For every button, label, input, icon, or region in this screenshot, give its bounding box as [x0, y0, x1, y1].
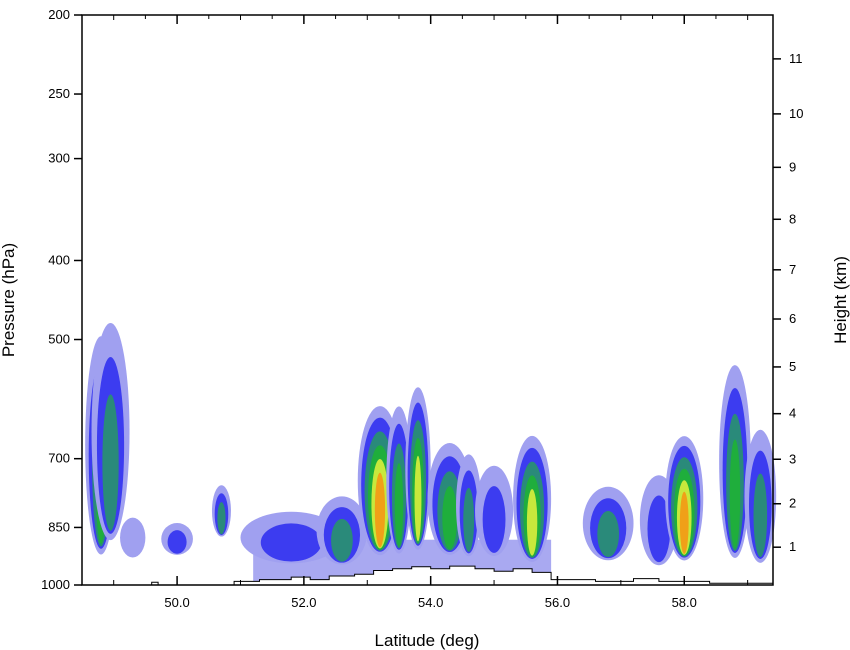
y-tick-label-height: 11 — [789, 51, 803, 66]
x-tick-label: 50.0 — [164, 595, 189, 610]
y-tick-label-height: 6 — [789, 311, 796, 326]
y-tick-label-pressure: 1000 — [41, 577, 70, 592]
vertical-cross-section-chart: 50.0 52.0 54.0 56.0 58.020025030040050070085… — [0, 7, 850, 650]
contour-cell-10-level-3 — [442, 486, 458, 550]
contour-cell-3-level-1 — [167, 530, 187, 554]
contour-cell-18-level-2 — [753, 473, 768, 558]
terrain-outline — [82, 565, 774, 586]
y-tick-label-pressure: 250 — [48, 86, 70, 101]
x-tick-label: 52.0 — [291, 595, 316, 610]
y-tick-label-pressure: 500 — [48, 332, 70, 347]
y-tick-label-height: 8 — [789, 211, 796, 226]
contour-cell-17-level-3 — [729, 439, 741, 549]
y-tick-label-height: 5 — [789, 359, 796, 374]
contour-cell-5-level-1 — [260, 523, 322, 562]
contour-cell-8-level-3 — [394, 463, 404, 547]
y-tick-label-pressure: 700 — [48, 451, 70, 466]
y-tick-label-height: 9 — [789, 159, 796, 174]
y-axis-title-left: Pressure (hPa) — [0, 243, 18, 357]
contour-cell-11-level-2 — [463, 487, 475, 552]
contour-cell-9-level-4 — [414, 455, 422, 542]
y-tick-label-height: 1 — [789, 539, 796, 554]
y-tick-label-pressure: 400 — [48, 252, 70, 267]
y-tick-label-pressure: 850 — [48, 519, 70, 534]
contour-cell-2-level-0 — [120, 517, 146, 558]
y-tick-label-pressure: 200 — [48, 7, 70, 22]
y-tick-label-height: 3 — [789, 451, 796, 466]
contour-cell-13-level-4 — [526, 489, 538, 556]
terrain-path — [82, 565, 774, 586]
x-axis-title: Latitude (deg) — [375, 631, 480, 650]
contour-cell-6-level-2 — [331, 518, 353, 562]
x-tick-label: 54.0 — [418, 595, 443, 610]
x-tick-label: 58.0 — [672, 595, 697, 610]
contour-cell-12-level-1 — [482, 486, 506, 553]
y-axis-title-right: Height (km) — [831, 256, 850, 344]
x-tick-label: 56.0 — [545, 595, 570, 610]
contour-cell-14-level-2 — [597, 510, 620, 558]
contour-fill-layer — [85, 323, 777, 585]
contour-cell-7-level-5 — [374, 472, 386, 548]
y-tick-label-pressure: 300 — [48, 151, 70, 166]
y-tick-label-height: 4 — [789, 406, 796, 421]
contour-cell-4-level-2 — [217, 502, 226, 535]
y-tick-label-height: 7 — [789, 262, 796, 277]
y-tick-label-height: 10 — [789, 106, 803, 121]
y-tick-label-height: 2 — [789, 496, 796, 511]
contour-cell-1-level-2 — [102, 394, 119, 531]
contour-cell-16-level-5 — [679, 491, 689, 554]
